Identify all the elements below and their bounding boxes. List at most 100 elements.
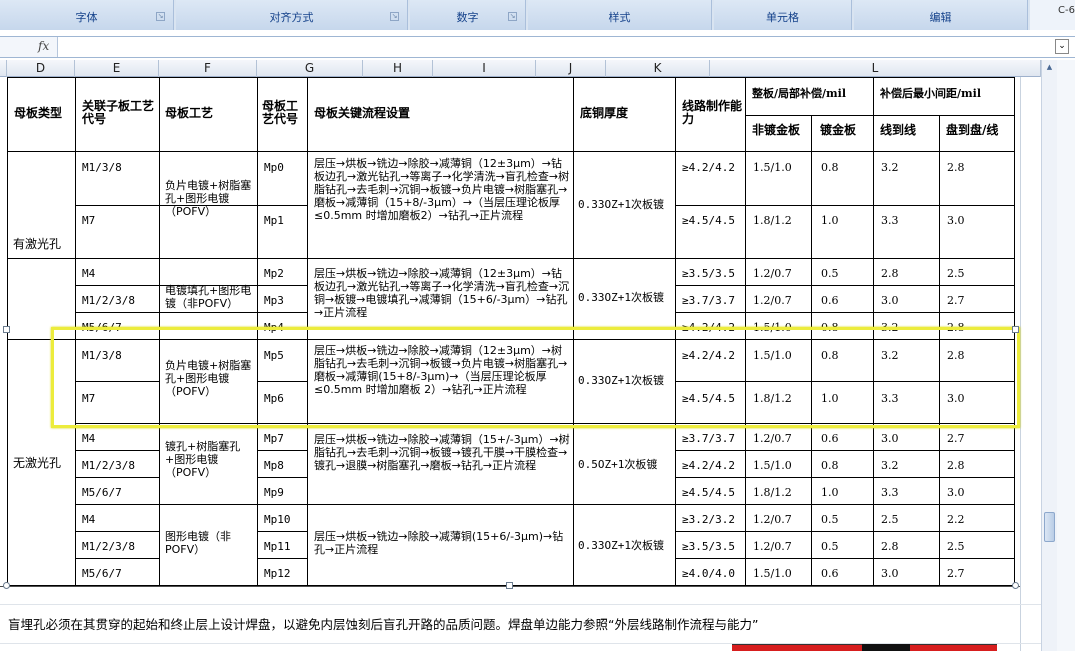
ribbon-group-label: 对齐方式: [269, 11, 314, 24]
line-to-line-cell: 3.3: [881, 214, 899, 227]
non-gold-comp-cell: 1.2/0.7: [753, 540, 792, 553]
group-label-no-laser: 无激光孔: [13, 456, 62, 470]
header-process: 母板工艺: [165, 106, 214, 120]
pad-to-line-cell: 2.5: [947, 540, 965, 553]
column-header-g[interactable]: G: [257, 60, 363, 77]
sub-code-cell: M4: [82, 267, 96, 280]
process-cell: 镀孔+树脂塞孔+图形电镀（POFV）: [165, 440, 241, 479]
copper-cell: 0.33OZ+1次板镀: [578, 291, 664, 304]
line-to-line-cell: 2.5: [881, 513, 899, 526]
capability-cell: ≥4.5/4.5: [682, 214, 735, 227]
copper-cell: 0.5OZ+1次板镀: [578, 458, 658, 471]
header-compensation: 整板/局部补偿/mil: [752, 87, 847, 100]
group-label-laser: 有激光孔: [13, 237, 62, 251]
gold-comp-cell: 0.6: [821, 432, 839, 445]
capability-cell: ≥3.5/3.5: [682, 540, 735, 553]
header-line-to-line: 线到线: [880, 123, 917, 137]
column-header-i[interactable]: I: [433, 60, 536, 77]
sub-code-cell: M7: [82, 214, 96, 227]
copper-cell: 0.33OZ+1次板镀: [578, 539, 664, 552]
process-cell: 电镀填孔+图形电镀（非POFV）: [165, 284, 252, 310]
ribbon-group-cells[interactable]: 单元格: [714, 0, 852, 30]
gold-comp-cell: 0.6: [821, 567, 839, 580]
pad-to-line-cell: 2.8: [947, 161, 965, 174]
vertical-scrollbar[interactable]: ▲: [1041, 60, 1057, 651]
process-code-cell: Mp3: [264, 294, 284, 307]
pad-to-line-cell: 2.5: [947, 267, 965, 280]
column-header-e[interactable]: E: [75, 60, 159, 77]
column-header-k[interactable]: K: [606, 60, 710, 77]
capability-cell: ≥4.2/4.2: [682, 161, 735, 174]
resize-handle[interactable]: [3, 582, 10, 589]
process-code-cell: Mp11: [264, 540, 291, 553]
process-code-cell: Mp9: [264, 486, 284, 499]
gold-comp-cell: 0.8: [821, 161, 839, 174]
line-to-line-cell: 2.8: [881, 267, 899, 280]
column-header-h[interactable]: H: [363, 60, 433, 77]
line-to-line-cell: 3.0: [881, 294, 899, 307]
non-gold-comp-cell: 1.8/1.2: [753, 214, 792, 227]
ribbon-group-label: 编辑: [929, 11, 952, 24]
column-header-d[interactable]: D: [7, 60, 75, 77]
capability-cell: ≥3.5/3.5: [682, 267, 735, 280]
ribbon-group-editing[interactable]: 编辑: [854, 0, 1028, 30]
ribbon-group-label: 样式: [608, 11, 631, 24]
ribbon-group-styles[interactable]: 样式: [528, 0, 712, 30]
scrollbar-thumb[interactable]: [1044, 512, 1055, 542]
non-gold-comp-cell: 1.8/1.2: [753, 486, 792, 499]
gold-comp-cell: 0.6: [821, 294, 839, 307]
pad-to-line-cell: 2.7: [947, 294, 965, 307]
header-capability: 线路制作能力: [682, 99, 743, 126]
resize-handle[interactable]: [506, 582, 513, 589]
header-non-gold: 非镀金板: [752, 123, 801, 137]
expand-formula-bar-icon[interactable]: ⌄: [1055, 39, 1069, 54]
column-header-f[interactable]: F: [159, 60, 257, 77]
scroll-up-icon[interactable]: ▲: [1044, 62, 1055, 72]
fx-icon[interactable]: fx: [38, 39, 49, 53]
sub-code-cell: M5/6/7: [82, 486, 122, 499]
capability-cell: ≥4.5/4.5: [682, 486, 735, 499]
process-code-cell: Mp12: [264, 567, 291, 580]
capability-cell: ≥3.7/3.7: [682, 294, 735, 307]
resize-handle[interactable]: [1012, 582, 1019, 589]
ribbon-group-label: 单元格: [766, 11, 799, 24]
column-header-l[interactable]: L: [710, 60, 1041, 77]
ribbon-group-font[interactable]: 字体 ↘: [0, 0, 174, 30]
column-header-stub: [0, 60, 7, 77]
column-header-j[interactable]: J: [536, 60, 606, 77]
pad-to-line-cell: 2.8: [947, 459, 965, 472]
column-header-row: D E F G H I J K L: [0, 60, 1075, 77]
dialog-launcher-icon[interactable]: ↘: [156, 12, 165, 21]
line-to-line-cell: 3.0: [881, 432, 899, 445]
flow-cell: 层压→烘板→铣边→除胶→减薄铜(15+6/-3μm)→钻孔→正片流程: [314, 530, 564, 556]
flow-cell: 层压→烘板→铣边→除胶→减薄铜（15+/-3μm）→树脂钻孔→去毛刺→沉铜→板镀…: [314, 433, 570, 472]
dialog-launcher-icon[interactable]: ↘: [508, 12, 517, 21]
side-panel-fragment: C‑6: [1030, 0, 1075, 30]
resize-handle[interactable]: [1012, 326, 1019, 333]
footnote: 盲埋孔必须在其贯穿的起始和终止层上设计焊盘，以避免内层蚀刻后盲孔开路的品质问题。…: [8, 617, 759, 632]
header-process-code: 母板工艺代号: [262, 99, 299, 126]
sub-code-cell: M1/2/3/8: [82, 459, 135, 472]
flow-cell: 层压→烘板→铣边→除胶→减薄铜（12±3μm）→钻板边孔→激光钻孔→等离子→化学…: [314, 157, 570, 222]
right-pane: [1057, 60, 1075, 651]
process-code-cell: Mp2: [264, 267, 284, 280]
header-flow: 母板关键流程设置: [314, 106, 411, 120]
pad-to-line-cell: 2.7: [947, 567, 965, 580]
resize-handle[interactable]: [3, 326, 10, 333]
process-code-cell: Mp1: [264, 214, 284, 227]
non-gold-comp-cell: 1.2/0.7: [753, 432, 792, 445]
function-box[interactable]: fx: [0, 37, 58, 57]
ribbon-group-number[interactable]: 数字 ↘: [410, 0, 526, 30]
header-sub-code: 关联子板工艺代号: [82, 99, 155, 126]
sub-code-cell: M4: [82, 432, 96, 445]
process-cell: 负片电镀+树脂塞孔+图形电镀（POFV）: [165, 179, 252, 218]
line-to-line-cell: 3.2: [881, 161, 899, 174]
capability-cell: ≥4.2/4.2: [682, 459, 735, 472]
ribbon-group-alignment[interactable]: 对齐方式 ↘: [176, 0, 408, 30]
header-min-spacing: 补偿后最小间距/mil: [880, 87, 982, 100]
header-copper: 底铜厚度: [580, 106, 629, 120]
highlight-box: [51, 327, 1020, 428]
dialog-launcher-icon[interactable]: ↘: [390, 12, 399, 21]
capability-cell: ≥4.0/4.0: [682, 567, 735, 580]
capability-cell: ≥3.2/3.2: [682, 513, 735, 526]
